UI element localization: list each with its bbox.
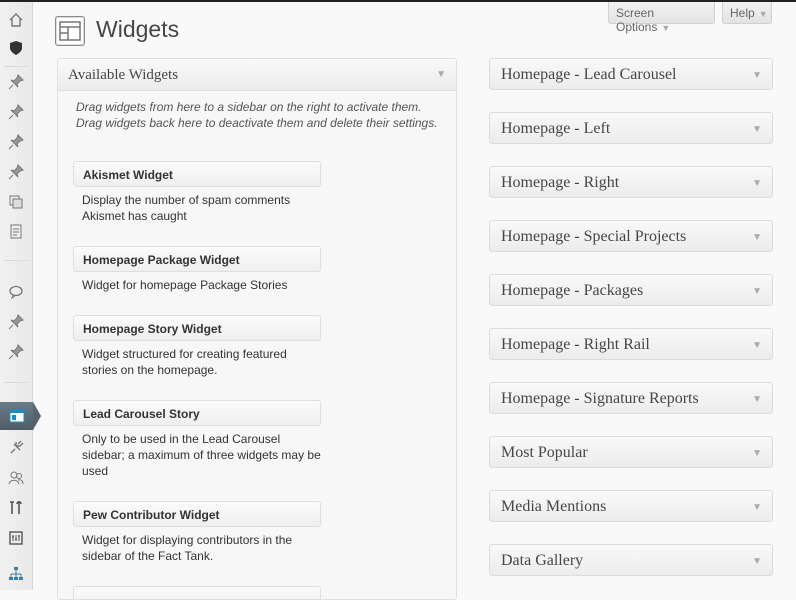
sidebar-title: Media Mentions bbox=[501, 498, 607, 515]
pin-icon[interactable] bbox=[0, 308, 32, 336]
collapse-arrow-icon[interactable]: ▼ bbox=[752, 340, 762, 351]
sidebar-homepage-lead-carousel[interactable]: Homepage - Lead Carousel ▼ bbox=[489, 58, 773, 90]
sidebar-title: Homepage - Special Projects bbox=[501, 228, 687, 245]
plugins-icon[interactable] bbox=[0, 434, 32, 462]
collapse-arrow-icon[interactable]: ▼ bbox=[436, 69, 446, 80]
admin-menu bbox=[0, 2, 41, 590]
screen-options-button[interactable]: Screen Options ▼ bbox=[608, 2, 715, 34]
widget-title: Lead Carousel Story bbox=[83, 407, 200, 421]
screen-options-label: Screen Options bbox=[616, 6, 658, 34]
help-label: Help bbox=[730, 6, 755, 20]
collapse-arrow-icon[interactable]: ▼ bbox=[752, 232, 762, 243]
sidebar-homepage-packages[interactable]: Homepage - Packages ▼ bbox=[489, 274, 773, 306]
menu-separator bbox=[4, 260, 28, 261]
collapse-arrow-icon[interactable]: ▼ bbox=[752, 502, 762, 513]
widget-title: Homepage Story Widget bbox=[83, 322, 222, 336]
widget-description: Widget structured for creating featured … bbox=[82, 347, 287, 377]
shield-icon[interactable] bbox=[0, 34, 32, 62]
appearance-icon[interactable] bbox=[0, 402, 41, 430]
widgets-page-icon bbox=[55, 16, 85, 46]
home-icon[interactable] bbox=[0, 6, 32, 34]
collapse-arrow-icon[interactable]: ▼ bbox=[752, 124, 762, 135]
available-widgets-description: Drag widgets from here to a sidebar on t… bbox=[76, 100, 438, 130]
widget-homepage-story[interactable]: Homepage Story Widget bbox=[73, 315, 321, 341]
sidebar-media-mentions[interactable]: Media Mentions ▼ bbox=[489, 490, 773, 522]
sidebar-most-popular[interactable]: Most Popular ▼ bbox=[489, 436, 773, 468]
collapse-arrow-icon[interactable]: ▼ bbox=[752, 556, 762, 567]
widget-partial[interactable] bbox=[73, 586, 321, 599]
sidebar-homepage-right-rail[interactable]: Homepage - Right Rail ▼ bbox=[489, 328, 773, 360]
collapse-arrow-icon[interactable]: ▼ bbox=[752, 286, 762, 297]
pages-icon[interactable] bbox=[0, 218, 32, 246]
settings-icon[interactable] bbox=[0, 524, 32, 552]
sidebar-title: Homepage - Right bbox=[501, 174, 620, 191]
widget-description: Widget for homepage Package Stories bbox=[82, 278, 288, 292]
available-widgets-panel: Available Widgets ▼ Drag widgets from he… bbox=[57, 58, 457, 600]
sidebar-title: Homepage - Left bbox=[501, 120, 611, 137]
pin-icon[interactable] bbox=[0, 68, 32, 96]
widget-description: Only to be used in the Lead Carousel sid… bbox=[82, 432, 321, 478]
widget-lead-carousel-story[interactable]: Lead Carousel Story bbox=[73, 400, 321, 426]
sidebar-homepage-right[interactable]: Homepage - Right ▼ bbox=[489, 166, 773, 198]
help-button[interactable]: Help ▼ bbox=[722, 2, 772, 24]
menu-separator bbox=[4, 66, 28, 67]
menu-separator bbox=[4, 382, 28, 383]
media-icon[interactable] bbox=[0, 188, 32, 216]
pin-icon[interactable] bbox=[0, 128, 32, 156]
pin-icon[interactable] bbox=[0, 338, 32, 366]
collapse-arrow-icon[interactable]: ▼ bbox=[752, 178, 762, 189]
tools-icon[interactable] bbox=[0, 494, 32, 522]
comments-icon[interactable] bbox=[0, 278, 32, 306]
available-widgets-title: Available Widgets bbox=[68, 67, 179, 83]
widget-title: Pew Contributor Widget bbox=[83, 508, 220, 522]
sidebar-data-gallery[interactable]: Data Gallery ▼ bbox=[489, 544, 773, 576]
chevron-down-icon: ▼ bbox=[661, 23, 671, 33]
widget-homepage-package[interactable]: Homepage Package Widget bbox=[73, 246, 321, 272]
sidebar-title: Data Gallery bbox=[501, 552, 584, 569]
users-icon[interactable] bbox=[0, 464, 32, 492]
widget-description: Display the number of spam comments Akis… bbox=[82, 193, 291, 223]
pin-icon[interactable] bbox=[0, 158, 32, 186]
sidebar-title: Homepage - Packages bbox=[501, 282, 644, 299]
sidebar-homepage-left[interactable]: Homepage - Left ▼ bbox=[489, 112, 773, 144]
sidebar-title: Most Popular bbox=[501, 444, 588, 461]
widget-description: Widget for displaying contributors in th… bbox=[82, 533, 293, 563]
sidebar-homepage-special-projects[interactable]: Homepage - Special Projects ▼ bbox=[489, 220, 773, 252]
sidebar-title: Homepage - Signature Reports bbox=[501, 390, 699, 407]
sidebar-homepage-signature-reports[interactable]: Homepage - Signature Reports ▼ bbox=[489, 382, 773, 414]
widget-title: Akismet Widget bbox=[83, 168, 173, 182]
available-widgets-header[interactable]: Available Widgets ▼ bbox=[58, 59, 456, 91]
page-title: Widgets bbox=[96, 16, 180, 42]
pin-icon[interactable] bbox=[0, 98, 32, 126]
collapse-arrow-icon[interactable]: ▼ bbox=[752, 70, 762, 81]
widget-pew-contributor[interactable]: Pew Contributor Widget bbox=[73, 501, 321, 527]
widget-akismet[interactable]: Akismet Widget bbox=[73, 161, 321, 187]
widget-title: Homepage Package Widget bbox=[83, 253, 240, 267]
sidebar-title: Homepage - Right Rail bbox=[501, 336, 650, 353]
collapse-arrow-icon[interactable]: ▼ bbox=[752, 394, 762, 405]
chevron-down-icon: ▼ bbox=[758, 9, 768, 19]
sitemap-icon[interactable] bbox=[0, 560, 32, 588]
collapse-arrow-icon[interactable]: ▼ bbox=[752, 448, 762, 459]
sidebar-title: Homepage - Lead Carousel bbox=[501, 66, 677, 83]
